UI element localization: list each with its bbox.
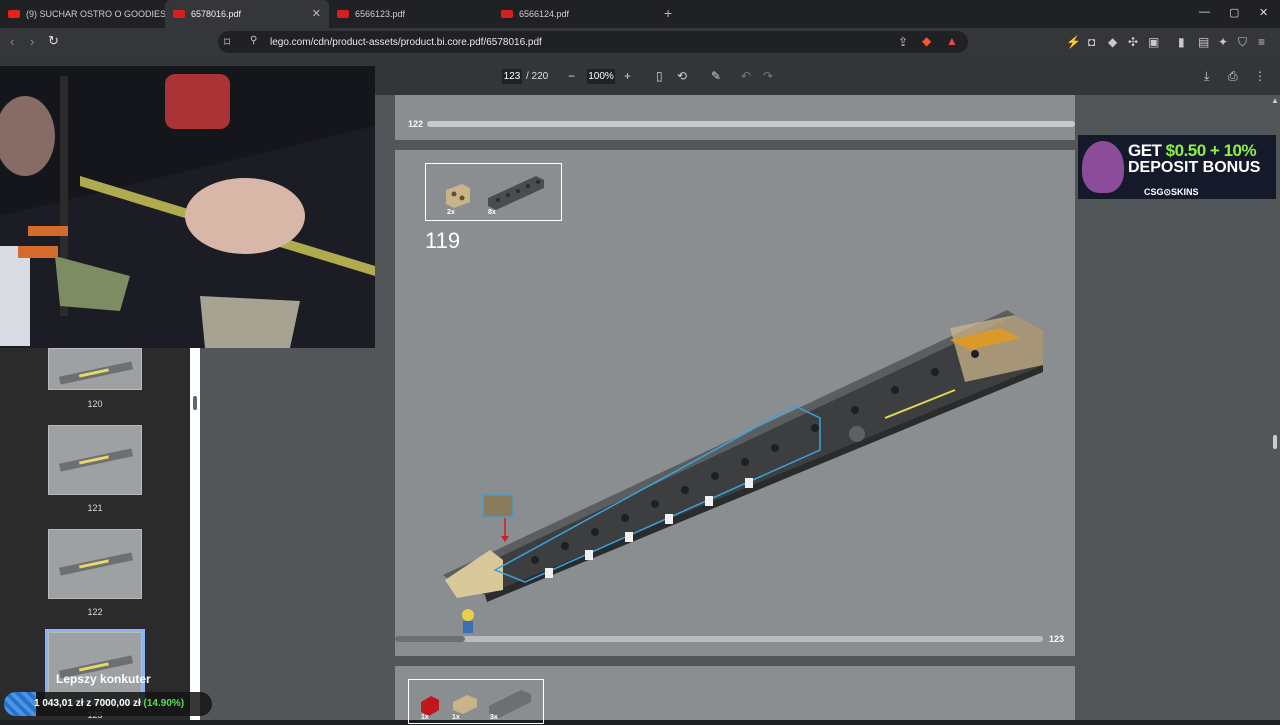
fit-page-icon[interactable]: ▯ (656, 69, 663, 83)
thumbnail-page-120[interactable] (48, 348, 142, 390)
advertisement-banner[interactable]: GET $0.50 + 10% DEPOSIT BONUS CSG⊙SKINS (1078, 135, 1276, 199)
goal-separator: z (83, 698, 95, 709)
tab-title: 6578016.pdf (191, 9, 242, 19)
print-icon[interactable]: ⎙ (1228, 69, 1238, 84)
url-text[interactable]: lego.com/cdn/product-assets/product.bi.c… (270, 37, 542, 48)
scrollbar-thumb[interactable] (1273, 435, 1277, 449)
goal-percent: (14.90%) (140, 698, 185, 709)
thumbnail-label: 120 (87, 399, 103, 409)
tab-youtube[interactable]: (9) SUCHAR OSTRO O GOODIES! OD (0, 0, 165, 28)
thumbnail-scrollbar[interactable] (190, 348, 200, 720)
thumbnail-page-122[interactable] (48, 529, 142, 599)
lego-icon (337, 10, 349, 18)
back-icon[interactable]: ‹ (10, 34, 14, 49)
extensions-puzzle-icon[interactable]: ✣ (1128, 35, 1138, 49)
viewer-gutter (200, 348, 395, 720)
page-number: 123 (1049, 634, 1065, 644)
parts-list: 1x 1x 3x (408, 679, 544, 724)
pdf-page-123: 2x 8x 119 123 (395, 150, 1075, 656)
youtube-icon (8, 10, 20, 18)
rotate-icon[interactable]: ⟲ (677, 69, 687, 83)
mascot-image (1082, 141, 1124, 193)
parts-images (421, 690, 531, 718)
leo-ai-icon[interactable]: ✦ (1218, 35, 1228, 49)
brave-rewards-icon[interactable]: ▲ (946, 34, 958, 48)
goal-amount: 1 043,01 zł (34, 698, 84, 709)
extension-icon[interactable]: ◆ (1108, 35, 1117, 49)
zoom-out-icon[interactable]: − (568, 69, 575, 83)
donation-goal-bar: 1 043,01 zł z 7000,00 zł (14.90%) (4, 692, 212, 716)
thumbnail-label: 121 (87, 503, 103, 513)
build-illustration (443, 310, 1043, 633)
page-total: / 220 (526, 71, 549, 82)
lego-icon (501, 10, 513, 18)
close-tab-icon[interactable]: ✕ (312, 7, 321, 20)
scroll-up-icon[interactable]: ▲ (1271, 96, 1279, 105)
tab-title: (9) SUCHAR OSTRO O GOODIES! OD (26, 9, 165, 19)
close-window-button[interactable]: ✕ (1259, 6, 1268, 19)
page-number: 122 (408, 119, 424, 129)
scrollbar-thumb[interactable] (193, 396, 197, 410)
tab-pdf-6578016[interactable]: 6578016.pdf ✕ (165, 0, 329, 28)
ad-headline: GET $0.50 + 10% (1128, 141, 1257, 161)
webcam-image (0, 66, 375, 348)
webcam-overlay (0, 66, 375, 348)
vpn-icon[interactable]: ⛉ (1238, 35, 1247, 50)
minimize-button[interactable]: — (1199, 6, 1210, 18)
ad-brand: CSG⊙SKINS (1144, 187, 1199, 197)
page-number-input[interactable]: 123 (502, 69, 522, 84)
ad-headline-prefix: GET (1128, 141, 1166, 160)
tab-pdf-6566123[interactable]: 6566123.pdf (329, 0, 493, 28)
download-icon[interactable]: ⤓ (1204, 69, 1209, 84)
tab-pdf-6566124[interactable]: 6566124.pdf (493, 0, 657, 28)
site-info-icon[interactable]: ⚲ (250, 35, 257, 46)
wallet-icon[interactable]: ▤ (1198, 35, 1209, 49)
tab-bar: (9) SUCHAR OSTRO O GOODIES! OD 6578016.p… (0, 0, 1280, 28)
goal-title: Lepszy konkuter (56, 672, 151, 686)
lego-icon (173, 10, 185, 18)
annotate-icon[interactable]: ✎ (711, 69, 721, 83)
extension-icon[interactable]: ◘ (1088, 35, 1095, 49)
goal-progress-fill (4, 692, 36, 716)
pdf-page-124: 1x 1x 3x (395, 666, 1075, 724)
zoom-input[interactable]: 100% (587, 69, 615, 84)
progress-fill (395, 636, 465, 642)
ad-headline-highlight: $0.50 + 10% (1165, 141, 1257, 160)
menu-icon[interactable]: ≡ (1258, 35, 1265, 49)
pdf-page-122: 122 (395, 95, 1075, 140)
maximize-button[interactable]: ▢ (1229, 6, 1239, 19)
more-options-icon[interactable]: ⋮ (1254, 69, 1266, 83)
new-tab-button[interactable]: + (664, 5, 672, 21)
brave-shields-icon[interactable]: ◆ (922, 34, 931, 48)
share-icon[interactable]: ⇪ (898, 35, 908, 49)
thumbnail-panel: 120 121 122 123 (0, 348, 190, 720)
extension-icon[interactable]: ⚡ (1066, 35, 1081, 49)
extension-icon[interactable]: ▣ (1148, 35, 1159, 49)
progress-bar (395, 636, 1043, 642)
thumbnail-label: 122 (87, 607, 103, 617)
sidebar-icon[interactable]: ▮ (1178, 35, 1185, 49)
tab-title: 6566123.pdf (355, 9, 406, 19)
forward-icon[interactable]: › (30, 34, 34, 49)
undo-icon[interactable]: ↶ (741, 69, 751, 83)
ad-subheadline: DEPOSIT BONUS (1128, 159, 1261, 176)
tab-title: 6566124.pdf (519, 9, 570, 19)
bookmark-icon[interactable]: ⌑ (224, 35, 230, 49)
progress-bar (427, 121, 1075, 127)
goal-target: 7000,00 zł (94, 698, 141, 709)
zoom-in-icon[interactable]: + (624, 69, 631, 83)
redo-icon[interactable]: ↷ (763, 69, 773, 83)
thumbnail-page-121[interactable] (48, 425, 142, 495)
goal-text: 1 043,01 zł z 7000,00 zł (14.90%) (34, 698, 184, 709)
reload-icon[interactable]: ↻ (48, 33, 59, 49)
